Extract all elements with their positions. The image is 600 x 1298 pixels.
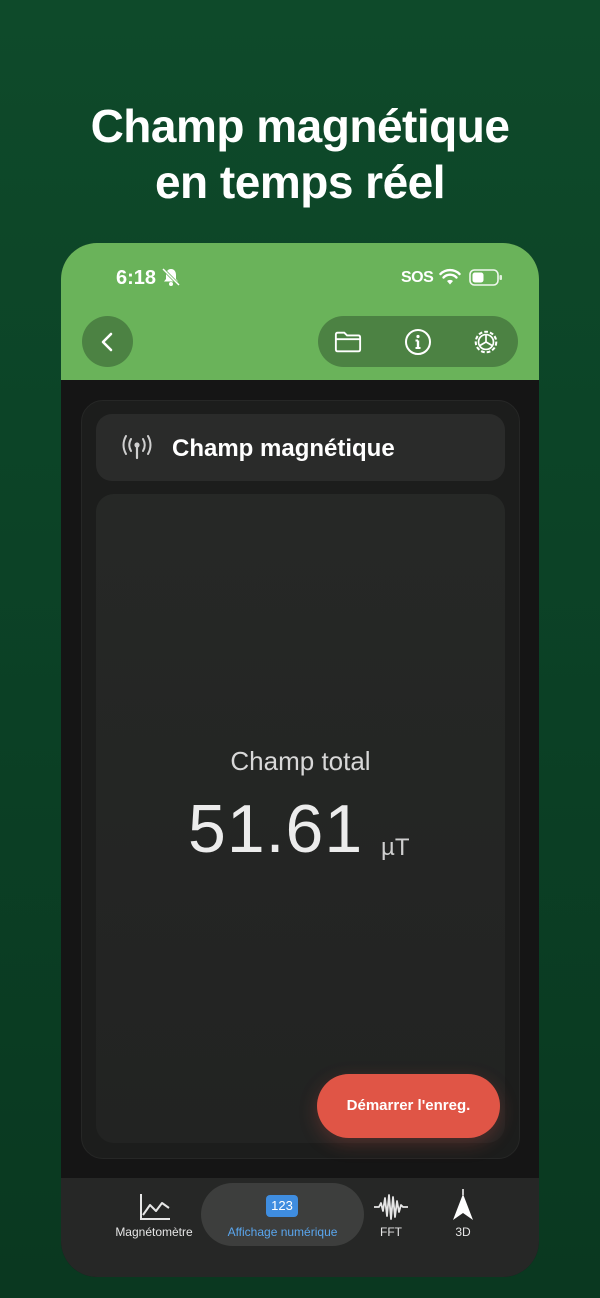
phone-screen: 6:18 SOS Champ magnétique Champ total 51…	[61, 243, 539, 1277]
total-field-label: Champ total	[230, 746, 371, 776]
tab-magnetometre[interactable]: Magnétomètre	[101, 1178, 207, 1277]
numeric-123-icon: 123	[266, 1195, 298, 1217]
chevron-left-icon	[101, 332, 112, 351]
card-header: Champ magnétique	[96, 414, 505, 481]
tab-fft[interactable]: FFT	[367, 1178, 415, 1277]
line-chart-icon	[140, 1194, 170, 1220]
tab-bar: Magnétomètre 123 Affichage numérique FFT…	[61, 1178, 539, 1277]
folder-button[interactable]	[334, 328, 362, 356]
info-icon	[405, 329, 431, 355]
settings-icon	[474, 330, 498, 354]
status-time: 6:18	[116, 267, 157, 289]
tab-label: Magnétomètre	[115, 1225, 193, 1239]
back-button[interactable]	[82, 316, 133, 367]
total-field-unit: µT	[381, 834, 410, 861]
antenna-icon	[122, 435, 152, 460]
bell-off-icon	[161, 267, 181, 287]
tab-affichage-numerique[interactable]: 123 Affichage numérique	[201, 1178, 364, 1277]
arrow-3d-icon	[453, 1189, 473, 1220]
numeric-display: Champ total 51.61 µT	[96, 494, 505, 1143]
magnetic-field-card: Champ magnétique Champ total 51.61 µT	[81, 400, 520, 1159]
headline: Champ magnétique en temps réel	[0, 98, 600, 210]
waveform-icon	[374, 1194, 408, 1220]
top-bar: 6:18 SOS	[61, 243, 539, 380]
folder-icon	[334, 331, 362, 353]
toolbar-actions	[318, 316, 518, 367]
tab-label: FFT	[380, 1225, 402, 1239]
wifi-icon	[439, 268, 461, 285]
tab-label: Affichage numérique	[227, 1225, 338, 1239]
tab-3d[interactable]: 3D	[447, 1178, 479, 1277]
start-recording-button[interactable]: Démarrer l'enreg.	[317, 1074, 500, 1138]
status-carrier: SOS	[401, 269, 434, 286]
headline-line-1: Champ magnétique	[90, 100, 510, 152]
total-field-value: 51.61	[188, 791, 364, 867]
headline-line-2: en temps réel	[154, 156, 446, 208]
card-title: Champ magnétique	[172, 435, 395, 462]
battery-icon	[469, 269, 502, 286]
info-button[interactable]	[404, 328, 432, 356]
settings-button[interactable]	[472, 328, 500, 356]
tab-label: 3D	[455, 1225, 471, 1239]
